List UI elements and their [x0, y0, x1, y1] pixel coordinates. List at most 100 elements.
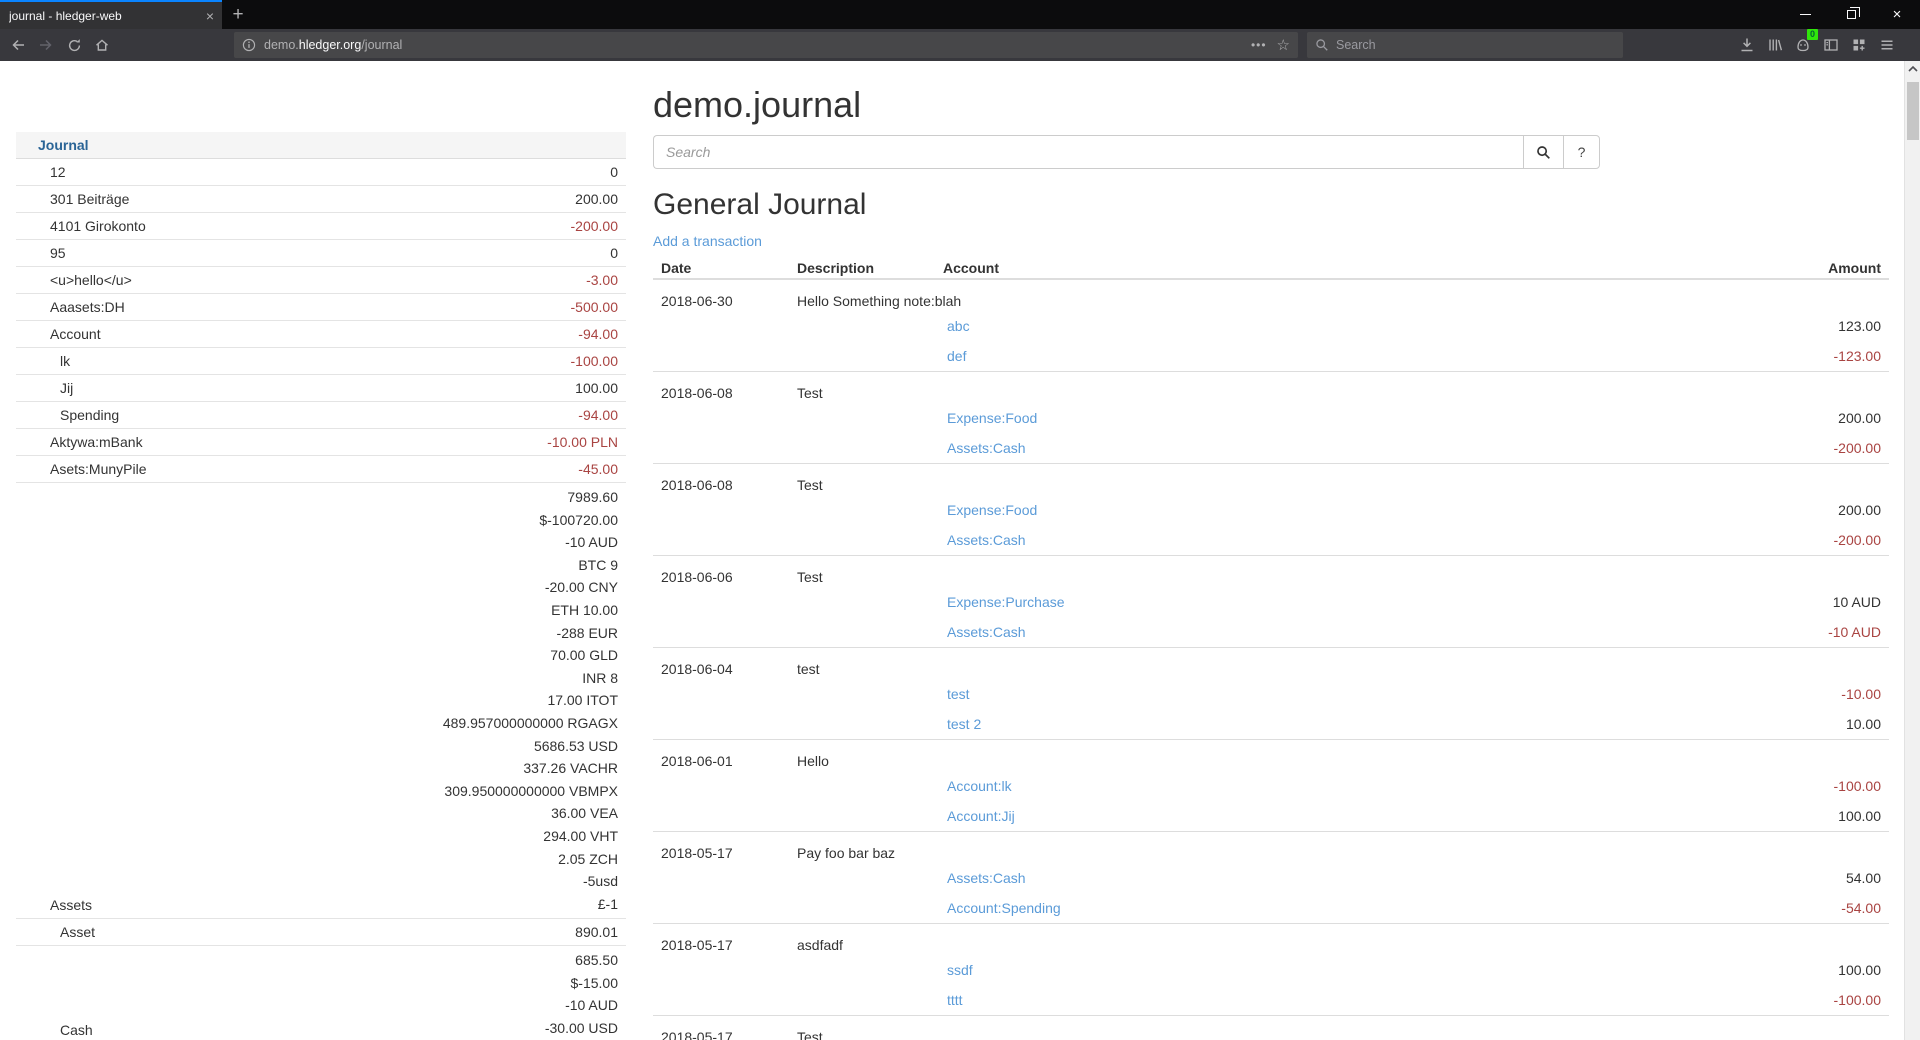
- posting-account-link[interactable]: def: [947, 348, 966, 364]
- posting-account-link[interactable]: abc: [947, 318, 970, 334]
- downloads-button[interactable]: [1733, 32, 1761, 58]
- sidebar-account-row: Assets7989.60$-100720.00-10 AUDBTC 9-20.…: [16, 483, 626, 919]
- posting-row: Account:Jij 100.00: [653, 801, 1889, 832]
- sidebar-account-link[interactable]: <u>hello</u>: [50, 272, 132, 288]
- account-balance: 70.00 GLD: [329, 644, 618, 667]
- account-balance: -20.00 CNY: [329, 576, 618, 599]
- posting-account-link[interactable]: Account:Jij: [947, 808, 1015, 824]
- forward-button[interactable]: [32, 32, 60, 58]
- sidebar-account-row: Account-94.00: [16, 321, 626, 348]
- posting-amount: 100.00: [1719, 801, 1889, 832]
- page-scrollbar[interactable]: [1904, 61, 1920, 1040]
- url-actions: ••• ☆: [1251, 36, 1290, 54]
- transaction-title-row[interactable]: 2018-06-04test: [653, 648, 1889, 680]
- magnifier-icon: [1536, 145, 1551, 160]
- library-button[interactable]: [1761, 32, 1789, 58]
- screenshots-button[interactable]: [1845, 32, 1873, 58]
- posting-account-link[interactable]: test 2: [947, 716, 981, 732]
- column-date: Date: [653, 256, 789, 279]
- column-amount: Amount: [1719, 256, 1889, 279]
- sidebar-account-row: Cash685.50$-15.00-10 AUD-30.00 USD: [16, 946, 626, 1040]
- transaction-title-row[interactable]: 2018-06-06Test: [653, 556, 1889, 588]
- sidebar-account-link[interactable]: lk: [60, 353, 70, 369]
- transaction-title-row[interactable]: 2018-06-08Test: [653, 464, 1889, 496]
- sidebar-account-row: Aaasets:DH-500.00: [16, 294, 626, 321]
- journal-search-input[interactable]: [653, 135, 1523, 169]
- sidebar-account-row: lk-100.00: [16, 348, 626, 375]
- posting-account-link[interactable]: Assets:Cash: [947, 624, 1026, 640]
- transaction-title-row[interactable]: 2018-05-17Test: [653, 1016, 1889, 1040]
- posting-account-link[interactable]: Assets:Cash: [947, 532, 1026, 548]
- url-bar[interactable]: demo.hledger.org/journal ••• ☆: [234, 32, 1298, 58]
- sidebar-account-link[interactable]: Cash: [60, 1022, 93, 1038]
- transaction-description: Test: [789, 1016, 1719, 1040]
- posting-account-link[interactable]: Account:lk: [947, 778, 1012, 794]
- browser-search-field[interactable]: Search: [1307, 32, 1623, 58]
- posting-account-link[interactable]: tttt: [947, 992, 963, 1008]
- sidebar-account-link[interactable]: Jij: [60, 380, 73, 396]
- sidebar-account-link[interactable]: 4101 Girokonto: [50, 218, 146, 234]
- add-transaction-link[interactable]: Add a transaction: [653, 232, 762, 250]
- sidebar-account-link[interactable]: Asset: [60, 924, 95, 940]
- posting-account-link[interactable]: Assets:Cash: [947, 870, 1026, 886]
- sidebar-account-link[interactable]: Aktywa:mBank: [50, 434, 143, 450]
- site-info-icon: [242, 38, 256, 52]
- transaction-title-row[interactable]: 2018-06-01Hello: [653, 740, 1889, 772]
- page-actions-icon[interactable]: •••: [1251, 38, 1267, 52]
- url-prefix: demo.: [264, 38, 299, 52]
- window-close-button[interactable]: ×: [1874, 0, 1920, 29]
- posting-account-link[interactable]: test: [947, 686, 970, 702]
- account-balance: -10 AUD: [329, 531, 618, 554]
- posting-amount: 200.00: [1719, 403, 1889, 433]
- sidebar-account-link[interactable]: Assets: [50, 897, 92, 913]
- back-button[interactable]: [4, 32, 32, 58]
- posting-row: Expense:Food200.00: [653, 495, 1889, 525]
- sidebar-account-row: Asset 890.01: [16, 919, 626, 946]
- window-restore-button[interactable]: [1828, 0, 1874, 29]
- journal-header-row: Date Description Account Amount: [653, 256, 1889, 279]
- posting-account-link[interactable]: Expense:Food: [947, 502, 1037, 518]
- scrollbar-thumb[interactable]: [1907, 82, 1919, 140]
- account-balance: 890.01: [329, 922, 618, 942]
- sidebar-account-link[interactable]: Spending: [60, 407, 119, 423]
- sidebar-account-link[interactable]: Asets:MunyPile: [50, 461, 146, 477]
- sidebar-account-link[interactable]: Aaasets:DH: [50, 299, 125, 315]
- search-help-button[interactable]: ?: [1563, 135, 1600, 169]
- journal-search-button[interactable]: [1523, 135, 1563, 169]
- extension-button[interactable]: 0: [1789, 32, 1817, 58]
- browser-tab[interactable]: journal - hledger-web ×: [0, 0, 222, 29]
- account-balance: 100.00: [329, 378, 618, 398]
- transaction-title-row[interactable]: 2018-05-17asdfadf: [653, 924, 1889, 956]
- sidebar-account-link[interactable]: 301 Beiträge: [50, 191, 129, 207]
- posting-account-link[interactable]: Account:Spending: [947, 900, 1061, 916]
- sidebar-toggle-button[interactable]: [1817, 32, 1845, 58]
- home-button[interactable]: [88, 32, 116, 58]
- posting-account-link[interactable]: Assets:Cash: [947, 440, 1026, 456]
- sidebar-journal-link[interactable]: Journal: [16, 132, 626, 159]
- account-balance: 489.957000000000 RGAGX: [329, 712, 618, 735]
- sidebar-account-link[interactable]: Account: [50, 326, 101, 342]
- sidebar-account-row: Spending-94.00: [16, 402, 626, 429]
- menu-button[interactable]: [1873, 32, 1901, 58]
- reload-button[interactable]: [60, 32, 88, 58]
- sidebar-account-link[interactable]: 12: [50, 164, 66, 180]
- transaction-title-row[interactable]: 2018-05-17Pay foo bar baz: [653, 832, 1889, 864]
- sidebar-account-link[interactable]: 95: [50, 245, 66, 261]
- posting-account-link[interactable]: ssdf: [947, 962, 973, 978]
- transaction-description: asdfadf: [789, 924, 1719, 956]
- scroll-up-arrow-icon[interactable]: [1908, 65, 1918, 73]
- transaction-title-row[interactable]: 2018-06-08Test: [653, 372, 1889, 404]
- bookmark-star-icon[interactable]: ☆: [1277, 36, 1290, 54]
- sidebar-account-row: Aktywa:mBank-10.00 PLN: [16, 429, 626, 456]
- transaction-title-row[interactable]: 2018-06-30Hello Something note:blah: [653, 279, 1889, 311]
- posting-row: tttt-100.00: [653, 985, 1889, 1016]
- posting-account-link[interactable]: Expense:Food: [947, 410, 1037, 426]
- transaction-description: Test: [789, 464, 1719, 496]
- new-tab-button[interactable]: +: [222, 0, 254, 29]
- posting-row: test 210.00: [653, 709, 1889, 740]
- transaction-date: 2018-06-08: [653, 372, 789, 404]
- posting-account-link[interactable]: Expense:Purchase: [947, 594, 1065, 610]
- sidebar-account-row: 301 Beiträge200.00: [16, 186, 626, 213]
- tab-close-icon[interactable]: ×: [206, 9, 214, 23]
- window-minimize-button[interactable]: [1782, 0, 1828, 29]
